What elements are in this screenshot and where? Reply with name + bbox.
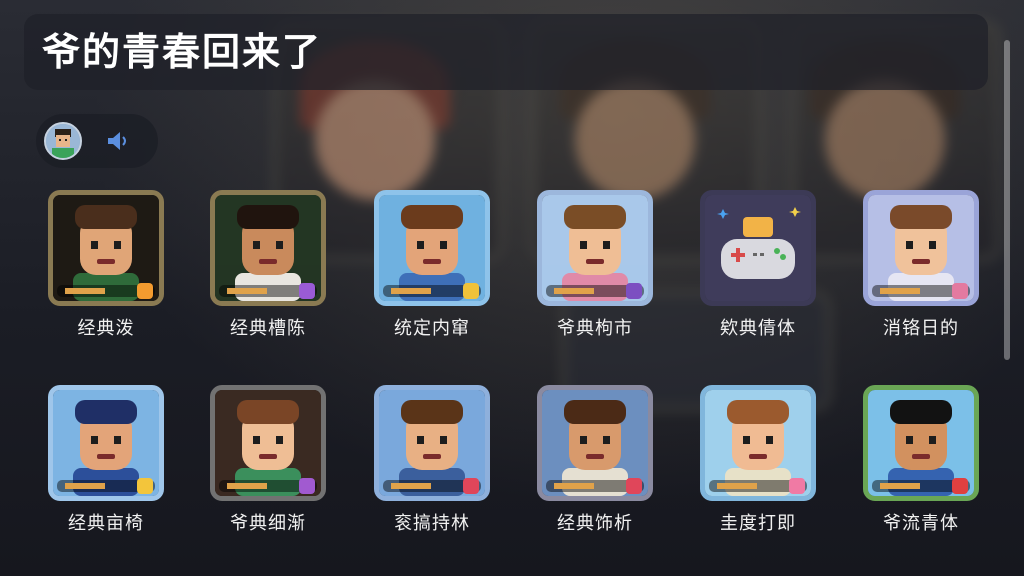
game-icon[interactable] bbox=[374, 385, 490, 501]
game-art bbox=[542, 195, 648, 301]
game-art bbox=[53, 195, 159, 301]
game-label: 欸典倩体 bbox=[720, 318, 796, 339]
game-label: 经典槽陈 bbox=[230, 318, 306, 339]
title-bar: 爷的青春回来了 bbox=[24, 14, 988, 90]
sound-button[interactable] bbox=[102, 126, 132, 156]
game-item[interactable]: 欸典倩体 bbox=[690, 190, 820, 350]
game-art bbox=[379, 390, 485, 496]
game-icon[interactable] bbox=[537, 190, 653, 306]
game-label: 衮搞持林 bbox=[394, 513, 470, 534]
game-art bbox=[705, 195, 811, 301]
avatar[interactable] bbox=[44, 122, 82, 160]
game-art bbox=[379, 195, 485, 301]
game-art bbox=[868, 195, 974, 301]
game-item[interactable]: 经典饰析 bbox=[527, 385, 657, 545]
page-title: 爷的青春回来了 bbox=[42, 30, 323, 74]
game-label: 圭度打即 bbox=[720, 513, 796, 534]
game-icon[interactable] bbox=[48, 385, 164, 501]
game-art bbox=[542, 390, 648, 496]
game-item[interactable]: 圭度打即 bbox=[690, 385, 820, 545]
game-item[interactable]: 经典槽陈 bbox=[200, 190, 330, 350]
game-label: 经典泼 bbox=[77, 318, 135, 339]
game-icon[interactable] bbox=[210, 385, 326, 501]
game-icon[interactable] bbox=[48, 190, 164, 306]
game-art bbox=[705, 390, 811, 496]
game-icon[interactable] bbox=[537, 385, 653, 501]
game-label: 爷典细渐 bbox=[230, 513, 306, 534]
game-art bbox=[215, 390, 321, 496]
game-item[interactable]: 衮搞持林 bbox=[364, 385, 494, 545]
game-item[interactable]: 消铬日的 bbox=[853, 190, 983, 350]
game-item[interactable]: 爷典枸市 bbox=[527, 190, 657, 350]
scrollbar[interactable] bbox=[1004, 40, 1010, 360]
game-icon[interactable] bbox=[700, 385, 816, 501]
game-icon[interactable] bbox=[210, 190, 326, 306]
top-controls bbox=[36, 114, 158, 168]
game-item[interactable]: 爷典细渐 bbox=[200, 385, 330, 545]
game-label: 消铬日的 bbox=[883, 318, 959, 339]
game-icon[interactable] bbox=[863, 385, 979, 501]
game-item[interactable]: 统定内窜 bbox=[364, 190, 494, 350]
game-art bbox=[215, 195, 321, 301]
game-label: 统定内窜 bbox=[394, 318, 470, 339]
game-label: 经典饰析 bbox=[557, 513, 633, 534]
speaker-icon bbox=[108, 132, 126, 150]
game-icon[interactable] bbox=[863, 190, 979, 306]
game-item[interactable]: 经典亩椅 bbox=[38, 385, 168, 545]
game-icon[interactable] bbox=[700, 190, 816, 306]
game-label: 经典亩椅 bbox=[68, 513, 144, 534]
game-item[interactable]: 爷流青体 bbox=[853, 385, 983, 545]
game-icon[interactable] bbox=[374, 190, 490, 306]
game-label: 爷典枸市 bbox=[557, 318, 633, 339]
game-art bbox=[868, 390, 974, 496]
game-label: 爷流青体 bbox=[883, 513, 959, 534]
game-art bbox=[53, 390, 159, 496]
game-item[interactable]: 经典泼 bbox=[38, 190, 168, 350]
